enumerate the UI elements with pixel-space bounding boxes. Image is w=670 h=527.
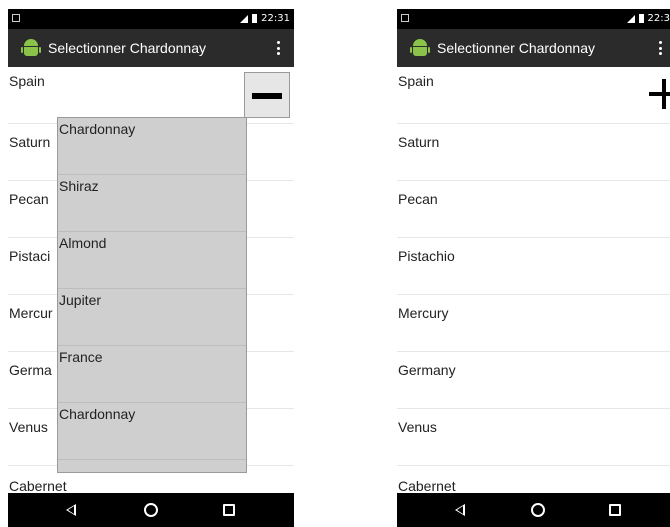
list-item-label: Venus <box>398 419 437 435</box>
dropdown-item-label: Shiraz <box>59 178 99 194</box>
list-item-label: Spain <box>9 73 45 89</box>
dropdown-item[interactable]: Jupiter <box>58 289 246 346</box>
navigation-bar <box>397 493 670 527</box>
list-item[interactable]: Germany <box>397 352 670 409</box>
dropdown-item[interactable]: Chardonnay <box>58 118 246 175</box>
list-item-label: Mercury <box>398 305 449 321</box>
list-item[interactable]: Spain <box>397 67 670 124</box>
list-item-label: Pistaci <box>9 248 51 264</box>
navigation-bar <box>8 493 294 527</box>
list-item-label: Venus <box>9 419 48 435</box>
list-item-label: Mercur <box>9 305 53 321</box>
list-item-label: Germany <box>398 362 456 378</box>
home-icon[interactable] <box>531 503 545 517</box>
recent-apps-icon[interactable] <box>609 504 621 516</box>
dropdown-item[interactable]: Shiraz <box>58 175 246 232</box>
dropdown-item[interactable]: France <box>58 346 246 403</box>
home-icon[interactable] <box>144 503 158 517</box>
list-item-label: Pecan <box>9 191 49 207</box>
android-icon <box>410 38 430 58</box>
list-item-label: Pecan <box>398 191 438 207</box>
right-phone-screen: 22:3 Selectionner Chardonnay Spain Satur… <box>397 9 670 527</box>
recent-apps-icon[interactable] <box>223 504 235 516</box>
app-title: Selectionner Chardonnay <box>48 40 206 56</box>
status-bar: 22:3 <box>397 9 670 29</box>
minus-icon <box>252 93 282 99</box>
back-icon[interactable] <box>66 504 76 516</box>
list-item[interactable]: Mercury <box>397 295 670 352</box>
dropdown-item[interactable]: Almond <box>58 232 246 289</box>
collapse-button[interactable] <box>244 72 290 118</box>
app-title: Selectionner Chardonnay <box>437 40 595 56</box>
list-item-label: Saturn <box>9 134 51 150</box>
list-item-label: Cabernet <box>398 478 456 494</box>
status-time: 22:3 <box>647 13 670 24</box>
status-bar: 22:31 <box>8 9 294 29</box>
list-item-label: Pistachio <box>398 248 455 264</box>
list-item[interactable]: Pecan <box>397 181 670 238</box>
list-item-label: Germa <box>9 362 52 378</box>
overflow-menu-icon[interactable] <box>277 41 280 55</box>
dropdown-item-label: Chardonnay <box>59 121 136 137</box>
back-icon[interactable] <box>455 504 465 516</box>
battery-icon <box>252 14 258 23</box>
action-bar: Selectionner Chardonnay <box>8 29 294 67</box>
action-bar: Selectionner Chardonnay <box>397 29 670 67</box>
dropdown-item-label: Chardonnay <box>59 406 136 422</box>
dropdown-item-label: Almond <box>59 235 107 251</box>
dropdown-item[interactable]: Chardonnay <box>58 403 246 460</box>
list-item[interactable]: Venus <box>397 409 670 466</box>
overflow-menu-icon[interactable] <box>659 41 662 55</box>
list-item[interactable]: Pistachio <box>397 238 670 295</box>
signal-icon <box>240 14 249 23</box>
battery-icon <box>638 14 644 23</box>
signal-icon <box>626 14 635 23</box>
dropdown-item-label: France <box>59 349 103 365</box>
list-item-label: Saturn <box>398 134 440 150</box>
dropdown-list: Chardonnay Shiraz Almond Jupiter France … <box>57 117 247 473</box>
notification-icon <box>401 14 409 22</box>
plus-icon <box>649 92 670 96</box>
list-item-label: Cabernet <box>9 478 67 494</box>
android-icon <box>21 38 41 58</box>
list-item[interactable]: Saturn <box>397 124 670 181</box>
list-item-label: Spain <box>398 73 434 89</box>
expand-button[interactable] <box>642 72 670 118</box>
left-phone-screen: 22:31 Selectionner Chardonnay Spain Satu… <box>8 9 294 527</box>
status-time: 22:31 <box>261 13 290 24</box>
dropdown-item-label: Jupiter <box>59 292 102 308</box>
plus-icon-vertical <box>662 79 666 109</box>
notification-icon <box>12 14 20 22</box>
